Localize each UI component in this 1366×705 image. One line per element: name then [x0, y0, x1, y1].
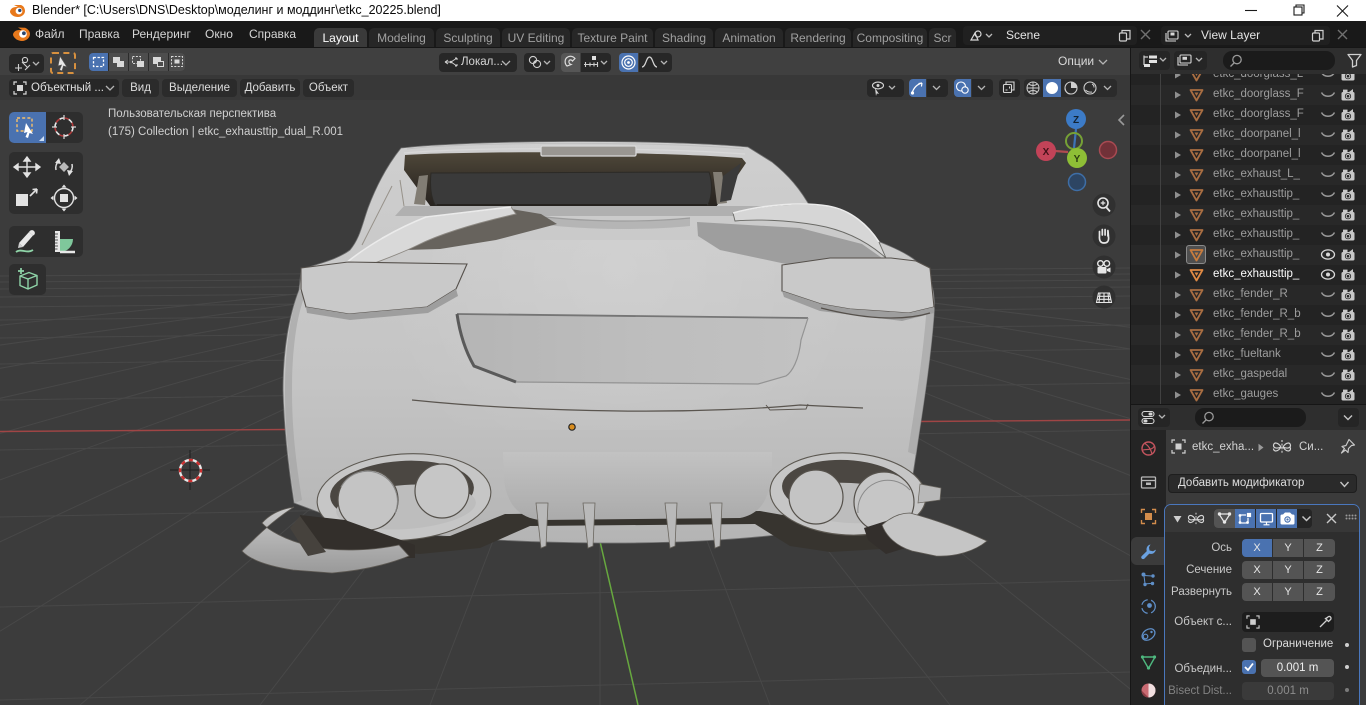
svg-text:X: X: [1043, 147, 1050, 158]
svg-text:Y: Y: [1074, 154, 1081, 165]
svg-text:Z: Z: [1073, 115, 1079, 126]
